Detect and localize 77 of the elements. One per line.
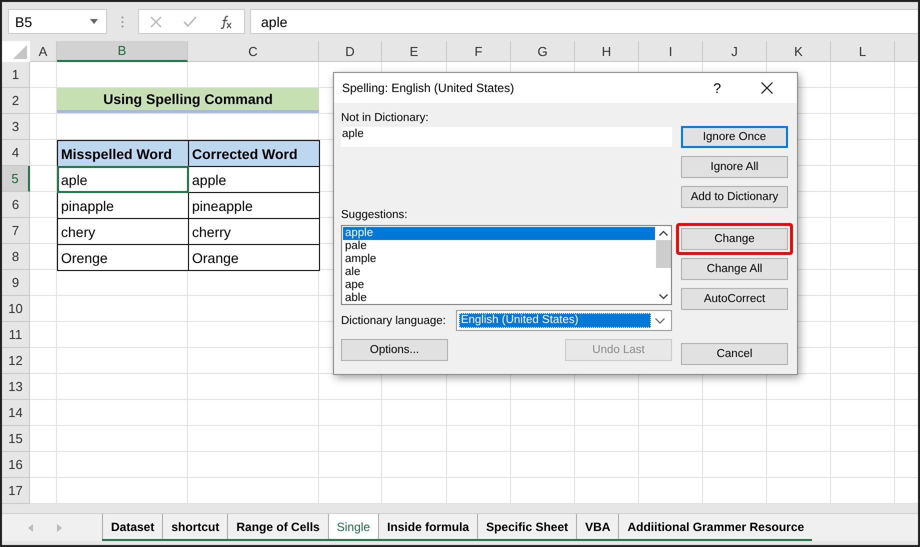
column-header[interactable]: L bbox=[831, 41, 895, 62]
suggestion-item[interactable]: ample bbox=[343, 253, 655, 266]
row-header[interactable]: 6 bbox=[2, 192, 30, 218]
suggestion-item[interactable]: apple bbox=[343, 227, 655, 240]
row-header[interactable]: 1 bbox=[2, 62, 30, 88]
scroll-left-icon[interactable] bbox=[28, 524, 34, 532]
table-cell[interactable]: Orenge bbox=[57, 244, 189, 271]
row-header[interactable]: 3 bbox=[2, 114, 30, 140]
row-header[interactable]: 17 bbox=[2, 478, 30, 504]
row-header[interactable]: 10 bbox=[2, 296, 30, 322]
close-icon[interactable] bbox=[761, 82, 773, 94]
row-header[interactable]: 9 bbox=[2, 270, 30, 296]
field-label: Dictionary language: bbox=[341, 314, 446, 328]
table-cell[interactable]: apple bbox=[188, 166, 320, 193]
dialog-button[interactable]: Options... bbox=[341, 339, 448, 361]
row-header[interactable]: 13 bbox=[2, 374, 30, 400]
sheet-tab[interactable]: Single bbox=[328, 514, 378, 539]
dialog-button[interactable]: Ignore All bbox=[681, 156, 788, 178]
dialog-button[interactable]: Change bbox=[676, 223, 793, 255]
row-header[interactable]: 12 bbox=[2, 348, 30, 374]
field-label: Suggestions: bbox=[341, 208, 408, 222]
scroll-right-icon[interactable] bbox=[56, 524, 62, 532]
language-dropdown[interactable]: English (United States) bbox=[456, 310, 672, 331]
column-header[interactable]: B bbox=[57, 41, 188, 62]
table-cell[interactable]: aple bbox=[57, 166, 189, 193]
column-header[interactable]: J bbox=[703, 41, 767, 62]
dialog-button[interactable]: Add to Dictionary bbox=[681, 186, 788, 208]
table-cell[interactable]: pinapple bbox=[57, 192, 189, 219]
row-header[interactable]: 15 bbox=[2, 426, 30, 452]
scroll-down-icon[interactable] bbox=[658, 294, 668, 300]
suggestion-item[interactable]: ape bbox=[343, 279, 655, 292]
dialog-button[interactable]: Cancel bbox=[681, 343, 788, 365]
cancel-icon[interactable] bbox=[150, 16, 162, 28]
table-cell[interactable]: pineapple bbox=[188, 192, 320, 219]
suggestions-list[interactable]: apple pale ample ale ape able bbox=[341, 225, 672, 305]
drag-handle-icon[interactable] bbox=[121, 16, 124, 28]
row-header[interactable]: 5 bbox=[2, 166, 30, 192]
help-button[interactable]: ? bbox=[711, 80, 723, 96]
dialog-title: Spelling: English (United States) bbox=[342, 81, 516, 95]
scroll-up-icon[interactable] bbox=[658, 230, 668, 236]
suggestion-item[interactable]: able bbox=[343, 292, 655, 305]
column-header[interactable]: C bbox=[188, 41, 319, 62]
row-header[interactable]: 7 bbox=[2, 218, 30, 244]
column-header[interactable]: F bbox=[447, 41, 511, 62]
row-header[interactable]: 11 bbox=[2, 322, 30, 348]
select-all-icon[interactable] bbox=[13, 45, 27, 59]
column-header[interactable]: G bbox=[511, 41, 575, 62]
suggestion-item[interactable]: pale bbox=[343, 240, 655, 253]
row-header[interactable]: 2 bbox=[2, 88, 30, 114]
not-in-dictionary-field[interactable]: aple bbox=[341, 127, 672, 147]
sheet-title: Using Spelling Command bbox=[57, 88, 319, 113]
table-header: Corrected Word bbox=[188, 140, 320, 167]
field-label: Not in Dictionary: bbox=[341, 111, 430, 125]
table-header: Misspelled Word bbox=[57, 140, 189, 167]
row-header[interactable]: 14 bbox=[2, 400, 30, 426]
table-cell[interactable]: cherry bbox=[188, 218, 320, 245]
suggestion-item[interactable]: ale bbox=[343, 266, 655, 279]
column-header[interactable]: K bbox=[767, 41, 831, 62]
dialog-button[interactable]: Ignore Once bbox=[681, 126, 788, 148]
row-header[interactable]: 4 bbox=[2, 140, 30, 166]
column-header[interactable]: I bbox=[639, 41, 703, 62]
check-icon[interactable] bbox=[183, 16, 198, 28]
table-cell[interactable]: chery bbox=[57, 218, 189, 245]
column-header[interactable]: A bbox=[30, 41, 57, 62]
column-header[interactable]: E bbox=[382, 41, 447, 62]
function-icon[interactable] bbox=[219, 14, 234, 28]
dropdown-icon[interactable] bbox=[655, 318, 665, 324]
column-header[interactable]: H bbox=[575, 41, 639, 62]
row-header[interactable]: 8 bbox=[2, 244, 30, 270]
dialog-button[interactable]: AutoCorrect bbox=[681, 288, 788, 310]
dialog-button[interactable]: Change All bbox=[681, 258, 788, 280]
table-cell[interactable]: Orange bbox=[188, 244, 320, 271]
formula-field[interactable]: aple bbox=[250, 9, 918, 34]
row-header[interactable]: 16 bbox=[2, 452, 30, 478]
name-box[interactable]: B5 bbox=[8, 9, 107, 34]
column-header[interactable]: D bbox=[319, 41, 382, 62]
dropdown-icon[interactable] bbox=[90, 19, 98, 24]
